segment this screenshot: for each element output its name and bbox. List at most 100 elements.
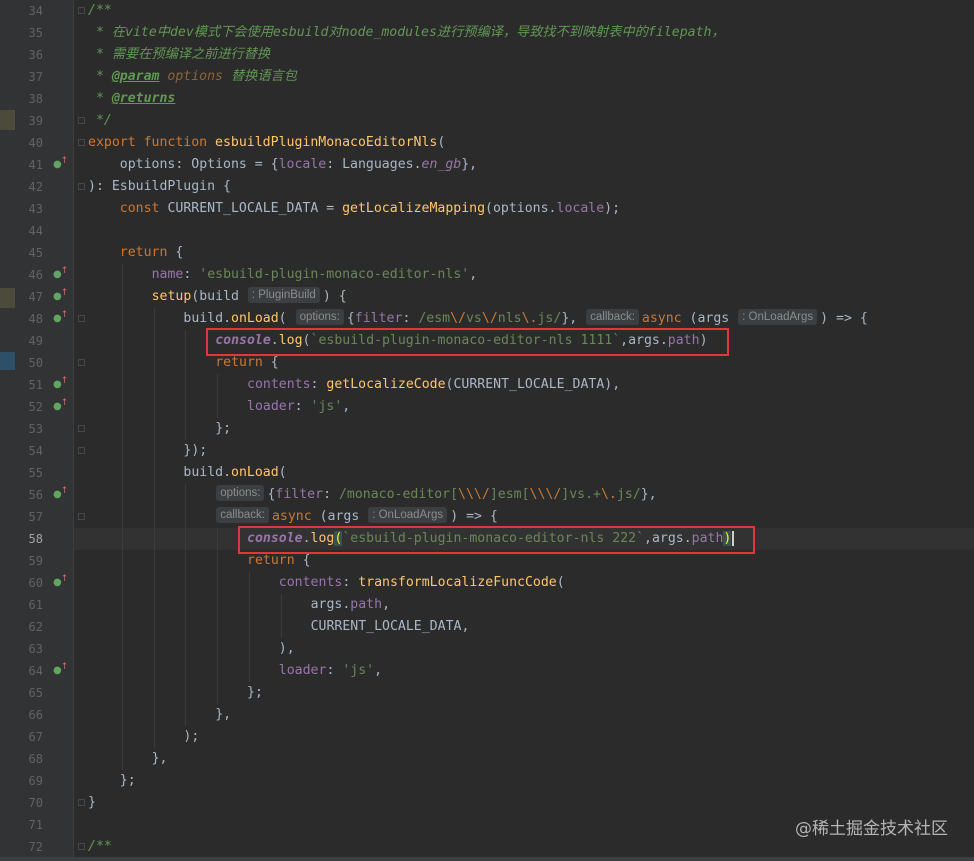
code-line[interactable]: );: [183, 726, 199, 748]
override-icon[interactable]: ●↑: [53, 660, 68, 682]
code-token: (: [556, 575, 565, 590]
parameter-hint: callback:: [216, 507, 269, 523]
code-line[interactable]: const CURRENT_LOCALE_DATA = getLocalizeM…: [120, 198, 620, 220]
code-token: build.: [183, 311, 232, 326]
code-line[interactable]: * 需要在预编译之前进行替换: [96, 44, 270, 66]
code-line[interactable]: };: [120, 770, 136, 792]
code-line[interactable]: loader: 'js',: [247, 396, 350, 418]
code-line[interactable]: * @returns: [96, 88, 175, 110]
code-token: \/: [481, 311, 498, 326]
indent-guide: [185, 330, 187, 440]
code-line[interactable]: },: [152, 748, 168, 770]
code-line[interactable]: CURRENT_LOCALE_DATA,: [311, 616, 470, 638]
strip-marker: [0, 288, 15, 308]
code-line[interactable]: callback: async (args : OnLoadArgs) => {: [215, 506, 498, 528]
fold-marker-icon[interactable]: ▢: [77, 0, 87, 22]
override-icon[interactable]: ●↑: [53, 154, 68, 176]
fold-marker-icon[interactable]: ▢: [77, 506, 87, 528]
code-line[interactable]: options: Options = {locale: Languages.en…: [120, 154, 477, 176]
override-icon[interactable]: ●↑: [53, 396, 68, 418]
code-token: (options.: [485, 201, 557, 216]
code-token: ]esm[: [489, 487, 530, 502]
parameter-hint: : OnLoadArgs: [368, 507, 448, 523]
code-line[interactable]: */: [96, 110, 112, 132]
code-line[interactable]: }: [88, 792, 96, 814]
code-token: async: [271, 509, 320, 524]
code-line[interactable]: setup(build : PluginBuild) {: [152, 286, 347, 308]
fold-marker-icon[interactable]: ▢: [77, 418, 87, 440]
code-line[interactable]: /**: [88, 836, 112, 858]
code-token: };: [119, 773, 136, 788]
code-line[interactable]: build.onLoad( options: {filter: /esm\/vs\…: [183, 308, 868, 330]
code-token: },: [215, 707, 232, 722]
code-token: filter: [275, 487, 324, 502]
code-line[interactable]: };: [247, 682, 263, 704]
code-line[interactable]: * @param options 替换语言包: [96, 66, 297, 88]
code-token: 'js': [310, 399, 343, 414]
parameter-hint: callback:: [586, 309, 639, 325]
fold-marker-icon[interactable]: ▢: [77, 836, 87, 858]
code-token: build.: [183, 465, 232, 480]
code-line[interactable]: /**: [88, 0, 112, 22]
code-line[interactable]: build.onLoad(: [183, 462, 286, 484]
code-line[interactable]: * 在vite中dev模式下会使用esbuild对node_modules进行预…: [96, 22, 725, 44]
line-number: 51: [28, 378, 43, 392]
override-icon[interactable]: ●↑: [53, 374, 68, 396]
fold-marker-icon[interactable]: ▢: [77, 352, 87, 374]
code-token: :: [310, 377, 327, 392]
code-token: ) {: [322, 289, 347, 304]
code-line[interactable]: contents: getLocalizeCode(CURRENT_LOCALE…: [247, 374, 620, 396]
code-token: (CURRENT_LOCALE_DATA),: [445, 377, 621, 392]
line-number: 50: [28, 356, 43, 370]
code-token: en_gb: [421, 157, 462, 172]
override-icon[interactable]: ●↑: [53, 572, 68, 594]
code-line[interactable]: export function esbuildPluginMonacoEdito…: [88, 132, 445, 154]
code-token: \\\/: [529, 487, 562, 502]
line-number: 53: [28, 422, 43, 436]
code-line[interactable]: options: {filter: /monaco-editor[\\\/]esm…: [215, 484, 657, 506]
fold-marker-icon[interactable]: ▢: [77, 176, 87, 198]
fold-marker-icon[interactable]: ▢: [77, 792, 87, 814]
fold-marker-icon[interactable]: ▢: [77, 132, 87, 154]
code-line[interactable]: name: 'esbuild-plugin-monaco-editor-nls'…: [152, 264, 478, 286]
code-line[interactable]: });: [183, 440, 207, 462]
parameter-hint: : OnLoadArgs: [738, 309, 818, 325]
code-line[interactable]: args.path,: [311, 594, 390, 616]
code-line[interactable]: ),: [279, 638, 295, 660]
code-token: :: [294, 399, 311, 414]
override-icon[interactable]: ●↑: [53, 308, 68, 330]
line-number: 70: [28, 796, 43, 810]
code-token: js/: [537, 311, 562, 326]
code-line[interactable]: ): EsbuildPlugin {: [88, 176, 231, 198]
fold-marker-icon[interactable]: ▢: [77, 308, 87, 330]
line-number: 37: [28, 70, 43, 84]
code-token: (build: [191, 289, 247, 304]
code-token: getLocalizeCode: [326, 377, 446, 392]
code-token: /**: [88, 839, 112, 854]
code-line[interactable]: contents: transformLocalizeFuncCode(: [279, 572, 565, 594]
line-number: 68: [28, 752, 43, 766]
code-line[interactable]: loader: 'js',: [279, 660, 382, 682]
line-number: 55: [28, 466, 43, 480]
override-icon[interactable]: ●↑: [53, 264, 68, 286]
code-line[interactable]: },: [215, 704, 231, 726]
code-line[interactable]: };: [215, 418, 231, 440]
line-number: 38: [28, 92, 43, 106]
override-icon[interactable]: ●↑: [53, 286, 68, 308]
fold-marker-icon[interactable]: ▢: [77, 440, 87, 462]
code-token: 'esbuild-plugin-monaco-editor-nls': [199, 267, 470, 282]
code-token: options: Options = {: [119, 157, 279, 172]
line-number: 49: [28, 334, 43, 348]
code-token: };: [247, 685, 263, 700]
line-number: 54: [28, 444, 43, 458]
indent-guide: [153, 308, 155, 748]
code-token: );: [183, 729, 200, 744]
code-token: */: [95, 113, 112, 128]
fold-marker-icon[interactable]: ▢: [77, 110, 87, 132]
line-number: 46: [28, 268, 43, 282]
override-icon[interactable]: ●↑: [53, 484, 68, 506]
code-token: (: [278, 465, 287, 480]
code-token: (args: [689, 311, 738, 326]
line-number: 62: [28, 620, 43, 634]
code-line[interactable]: return {: [120, 242, 184, 264]
